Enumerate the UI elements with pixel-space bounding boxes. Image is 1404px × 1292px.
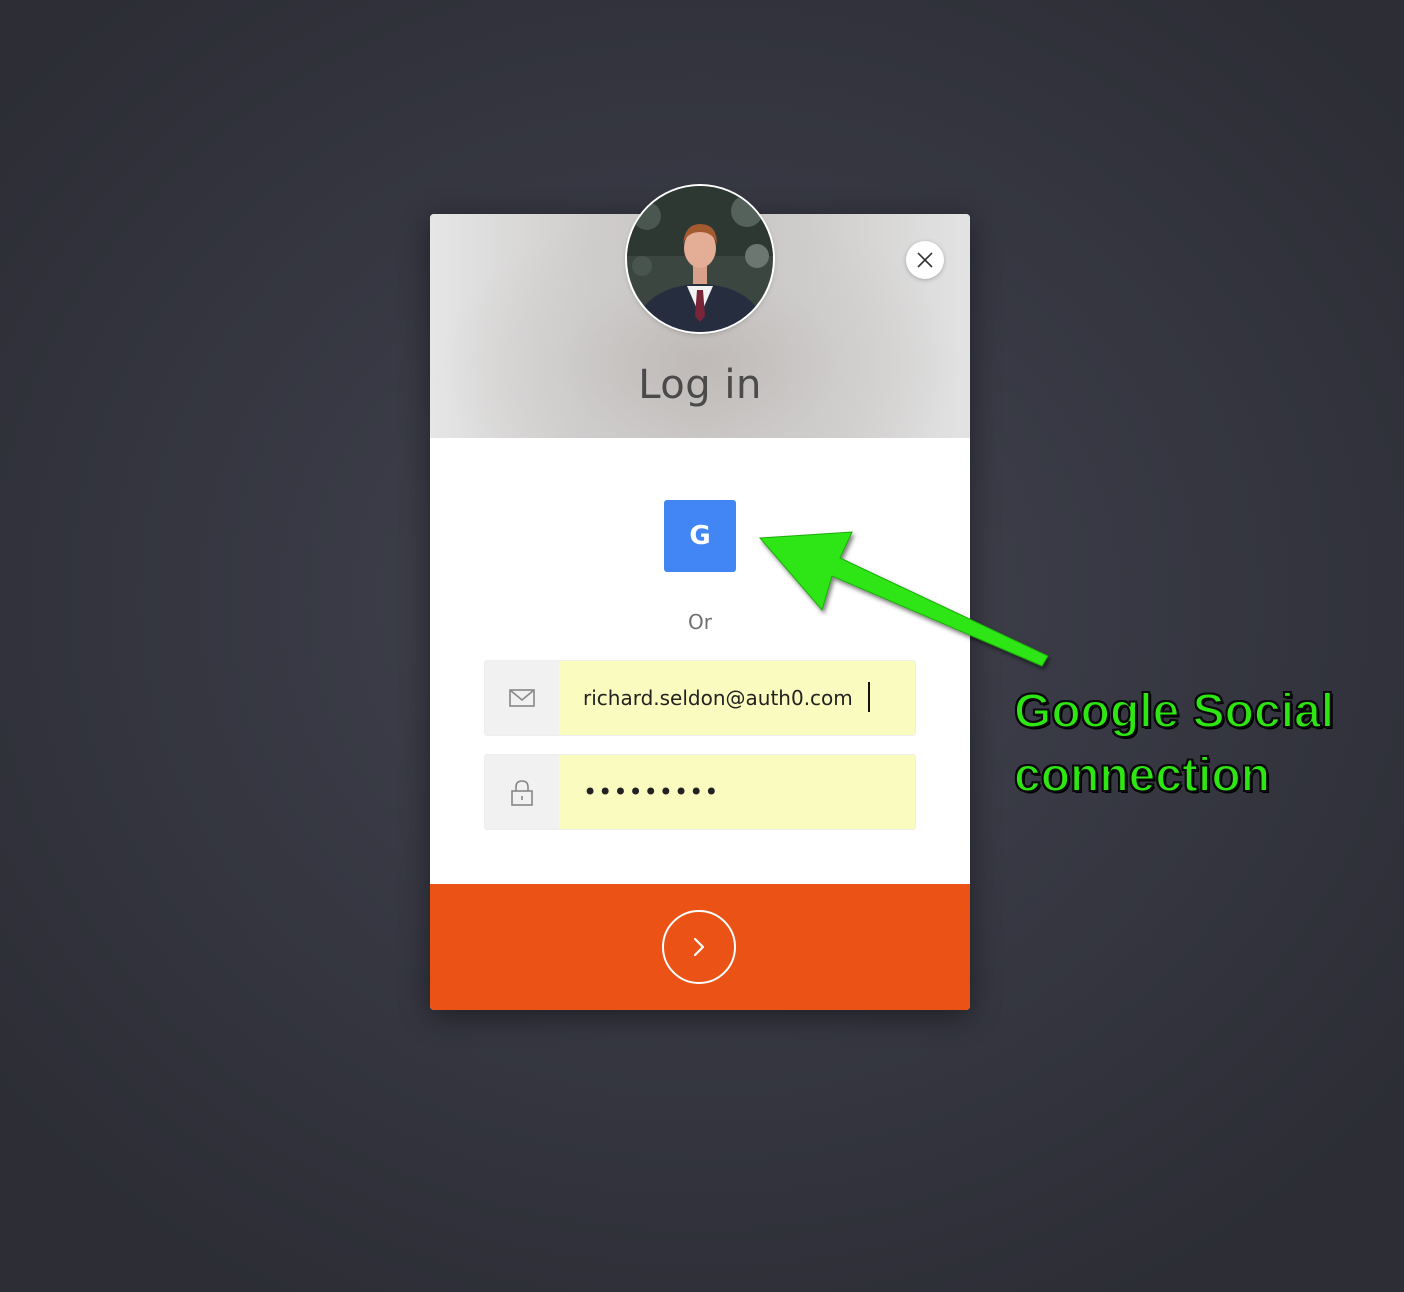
annotation-arrow bbox=[758, 531, 1049, 667]
annotation-line-2: connection bbox=[1013, 748, 1271, 803]
annotation-label: Google Social connection bbox=[1013, 680, 1394, 808]
annotation-line-1: Google Social bbox=[1013, 684, 1335, 739]
